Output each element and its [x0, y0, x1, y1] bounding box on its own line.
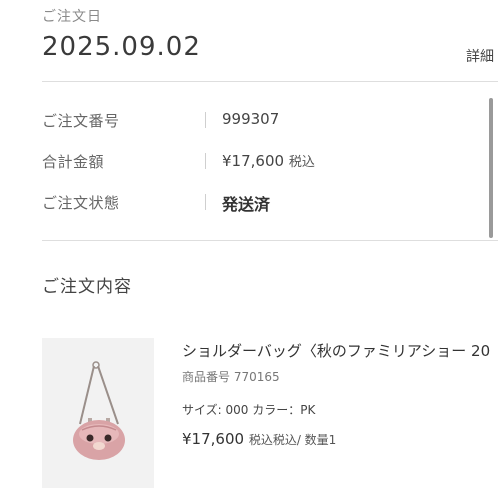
product-code: 商品番号 770165: [182, 370, 280, 384]
product-image[interactable]: [42, 338, 154, 488]
details-link[interactable]: 詳細: [466, 46, 494, 66]
order-contents-heading: ご注文内容: [42, 277, 132, 297]
pink-shoulder-bag-icon: [73, 361, 125, 460]
total-amount-value: ¥17,600 税込: [222, 151, 315, 170]
product-price-tax: 税込: [248, 433, 273, 447]
scrollbar[interactable]: [489, 98, 493, 238]
info-divider: [42, 240, 498, 241]
product-name[interactable]: ショルダーバッグ〈秋のファミリアショー 20: [182, 340, 490, 361]
row-separator: [205, 153, 206, 169]
row-separator: [205, 194, 206, 210]
order-date-value: 2025.09.02: [42, 32, 201, 62]
order-number-label: ご注文番号: [42, 112, 120, 130]
total-amount-price: ¥17,600: [222, 152, 285, 170]
header-divider: [42, 81, 498, 82]
total-amount-label: 合計金額: [42, 153, 105, 171]
order-status-label: ご注文状態: [42, 194, 120, 212]
order-date-label: ご注文日: [42, 9, 102, 25]
order-status-value: 発送済: [222, 195, 271, 214]
product-price: ¥17,600: [182, 430, 245, 448]
product-price-row: ¥17,600 税込税込/ 数量1: [182, 430, 336, 448]
product-quantity: 税込/ 数量1: [272, 433, 337, 447]
total-amount-tax: 税込: [288, 155, 315, 170]
product-spec: サイズ: 000 カラー：PK: [182, 403, 316, 417]
row-separator: [205, 112, 206, 128]
order-number-value: 999307: [222, 110, 280, 128]
